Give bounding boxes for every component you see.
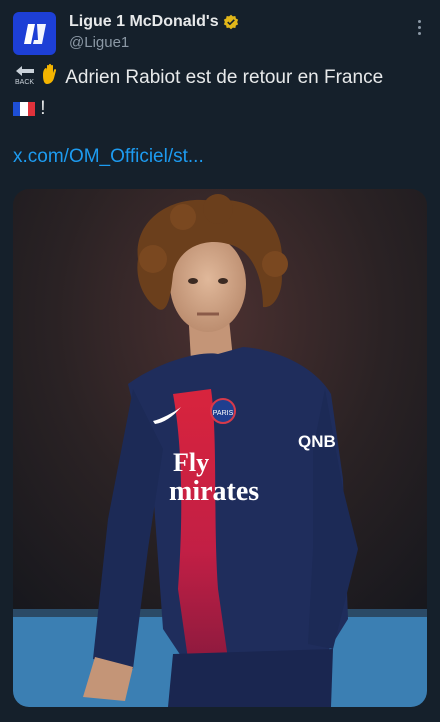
- back-arrow-emoji-icon: BACK: [13, 64, 37, 95]
- svg-text:BACK: BACK: [15, 79, 34, 86]
- account-names: Ligue 1 McDonald's @Ligue1: [69, 13, 239, 51]
- more-options-icon[interactable]: [417, 20, 421, 38]
- ligue1-logo-icon: [23, 23, 46, 44]
- tweet-body: Adrien Rabiot est de retour en France: [65, 67, 384, 88]
- verified-badge-icon: [223, 14, 238, 30]
- svg-text:PARIS: PARIS: [213, 410, 234, 417]
- display-name-row[interactable]: Ligue 1 McDonald's: [69, 13, 239, 31]
- sponsor-text-top: Fly: [173, 448, 209, 477]
- waving-hand-emoji-icon: [37, 62, 61, 95]
- avatar[interactable]: [13, 12, 56, 55]
- france-flag-emoji-icon: [13, 98, 35, 126]
- tweet-link[interactable]: x.com/OM_Officiel/st...: [13, 146, 204, 168]
- tweet-exclamation: !: [40, 98, 46, 119]
- account-handle[interactable]: @Ligue1: [69, 34, 239, 51]
- sleeve-sponsor-text: QNB: [298, 432, 336, 451]
- tweet-text: BACK Adrien Rabiot est de retour en Fran…: [13, 62, 427, 126]
- tweet-header: Ligue 1 McDonald's @Ligue1: [13, 12, 427, 56]
- sponsor-text-bottom: mirates: [169, 476, 259, 507]
- display-name[interactable]: Ligue 1 McDonald's: [69, 13, 219, 31]
- tweet-media-image[interactable]: PARIS Fly mirates QNB: [13, 189, 427, 707]
